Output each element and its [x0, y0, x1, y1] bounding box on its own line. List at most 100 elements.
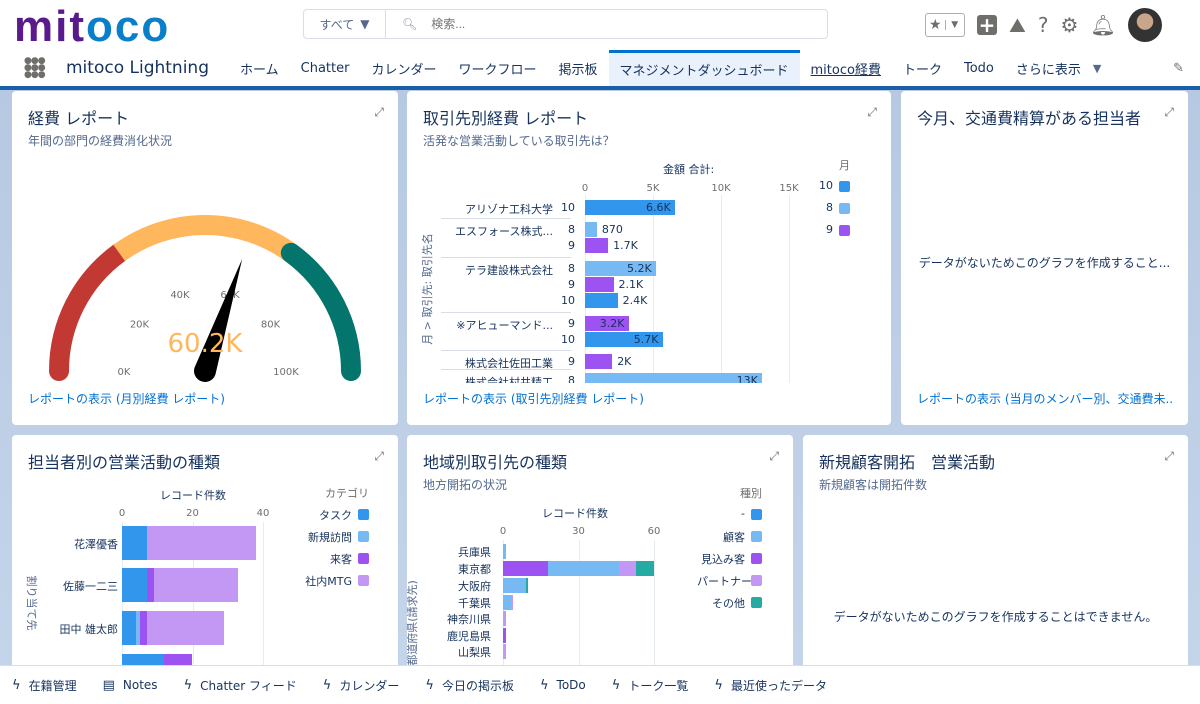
axis-tick-label: 20: [186, 508, 199, 519]
bar-value-label: 5.2K: [627, 262, 652, 275]
add-icon[interactable]: +: [977, 15, 997, 35]
utility-item-7[interactable]: ϟ 最近使ったデータ: [714, 677, 827, 694]
utility-item-2[interactable]: ϟ Chatter フィード: [184, 677, 297, 694]
bar-value-label: 2K: [617, 355, 632, 368]
legend-title: カテゴリ: [325, 487, 369, 500]
utility-item-0[interactable]: ϟ 在籍管理: [12, 677, 77, 694]
bar-segment[interactable]: [122, 611, 137, 645]
legend-swatch[interactable]: [839, 181, 850, 192]
legend-swatch[interactable]: [358, 531, 369, 542]
expand-icon[interactable]: ⤢: [1164, 449, 1174, 464]
tab-1[interactable]: Chatter: [290, 50, 361, 86]
legend-swatch[interactable]: [751, 553, 762, 564]
axis-tick-label: 10K: [711, 183, 731, 194]
tab-5[interactable]: マネジメントダッシュボード: [608, 50, 800, 86]
view-report-link[interactable]: レポートの表示 (取引先別経費 レポート): [423, 390, 644, 407]
expand-icon[interactable]: ⤢: [374, 105, 384, 120]
bar-segment[interactable]: [122, 526, 147, 560]
utility-item-6[interactable]: ϟ トーク一覧: [612, 677, 689, 694]
legend-swatch[interactable]: [751, 597, 762, 608]
legend-swatch[interactable]: [358, 509, 369, 520]
bar-value-label: 1.7K: [613, 239, 638, 252]
utility-label: ToDo: [556, 678, 586, 692]
app-launcher-icon[interactable]: ●●● ●●● ●●●: [24, 56, 46, 79]
favorites-button[interactable]: ★ ▼: [925, 13, 965, 37]
tab-8[interactable]: Todo: [953, 50, 1005, 86]
help-icon[interactable]: ?: [1038, 13, 1049, 37]
bar-segment[interactable]: [503, 543, 506, 559]
month-label: 9: [568, 317, 575, 330]
bar-segment[interactable]: [503, 627, 506, 643]
bar-segment[interactable]: [503, 610, 506, 626]
bar-segment[interactable]: [146, 611, 225, 645]
bar[interactable]: [585, 222, 597, 237]
bolt-icon: ϟ: [183, 677, 193, 693]
legend-swatch[interactable]: [751, 531, 762, 542]
bar-segment[interactable]: [618, 560, 637, 576]
legend-title: 月: [839, 159, 850, 172]
tab-4[interactable]: 掲示板: [547, 50, 608, 86]
bar[interactable]: [585, 293, 618, 308]
bolt-icon: ϟ: [12, 677, 21, 693]
bar-segment[interactable]: [503, 560, 549, 576]
legend-swatch[interactable]: [839, 203, 850, 214]
bar-segment[interactable]: [153, 568, 239, 602]
edit-nav-icon[interactable]: ✎: [1173, 61, 1184, 76]
bar-segment[interactable]: [146, 568, 154, 602]
utility-label: カレンダー: [339, 678, 400, 693]
legend-label: パートナー: [697, 575, 752, 588]
utility-item-1[interactable]: ▤ Notes: [103, 678, 158, 693]
tab-0[interactable]: ホーム: [229, 50, 290, 86]
gear-icon[interactable]: ⚙: [1060, 13, 1078, 37]
bar-segment[interactable]: [636, 560, 654, 576]
bar[interactable]: [585, 238, 609, 253]
tab-6[interactable]: mitoco経費: [800, 50, 892, 86]
bar-segment[interactable]: [525, 577, 529, 593]
legend-swatch[interactable]: [839, 225, 850, 236]
expand-icon[interactable]: ⤢: [1164, 105, 1174, 120]
axis-tick-label: 40: [256, 508, 270, 519]
global-search[interactable]: すべて ▼ 🔍︎: [303, 9, 828, 39]
bar-segment[interactable]: [146, 526, 256, 560]
bar-segment[interactable]: [122, 568, 147, 602]
axis-tick-label: 0: [499, 526, 507, 537]
tab-2[interactable]: カレンダー: [360, 50, 447, 86]
tab-7[interactable]: トーク: [892, 50, 953, 86]
account-label: テラ建設株式会社: [465, 264, 553, 277]
utility-item-5[interactable]: ϟ ToDo: [540, 678, 586, 693]
trailhead-icon[interactable]: ⛰: [1009, 13, 1026, 37]
bar[interactable]: [585, 277, 614, 292]
utility-item-4[interactable]: ϟ 今日の掲示板: [425, 677, 514, 694]
global-header: mitoco すべて▼ 🔍︎ ★▼ + ⛰ ? ⚙ 🔔︎ ●●●●●●●●● m…: [0, 0, 1200, 86]
tab-3[interactable]: ワークフロー: [447, 50, 547, 86]
avatar[interactable]: [1127, 8, 1162, 42]
search-input[interactable]: [431, 17, 827, 31]
bar-segment[interactable]: [510, 594, 514, 610]
bar[interactable]: [585, 354, 613, 369]
bar-segment[interactable]: [548, 560, 619, 576]
view-report-link[interactable]: レポートの表示 (当月のメンバー別、交通費未...: [917, 390, 1174, 407]
utility-label: Notes: [122, 678, 158, 692]
tab-9[interactable]: さらに表示 ▼: [1005, 50, 1112, 86]
bar-segment[interactable]: [503, 594, 511, 610]
group-divider: [441, 369, 571, 370]
legend-swatch[interactable]: [751, 509, 762, 520]
legend-swatch[interactable]: [358, 575, 369, 586]
group-divider: [441, 312, 571, 313]
category-label: 佐藤一二三: [63, 580, 118, 593]
mitoco-logo[interactable]: mitoco: [14, 2, 170, 52]
search-scope-dropdown[interactable]: すべて ▼: [304, 10, 386, 38]
month-label: 10: [561, 333, 575, 346]
view-report-link[interactable]: レポートの表示 (月別経費 レポート): [28, 390, 225, 407]
legend-swatch[interactable]: [358, 553, 369, 564]
legend-swatch[interactable]: [751, 575, 762, 586]
utility-item-3[interactable]: ϟ カレンダー: [323, 677, 400, 694]
axis-tick-label: 30: [572, 526, 585, 537]
gridline: [653, 195, 654, 383]
bar-segment[interactable]: [139, 611, 147, 645]
bell-icon[interactable]: 🔔︎: [1090, 13, 1115, 37]
bar-segment[interactable]: [503, 643, 506, 659]
bar-segment[interactable]: [503, 577, 526, 593]
tab-label: ワークフロー: [458, 62, 537, 78]
legend-label: -: [741, 507, 745, 520]
